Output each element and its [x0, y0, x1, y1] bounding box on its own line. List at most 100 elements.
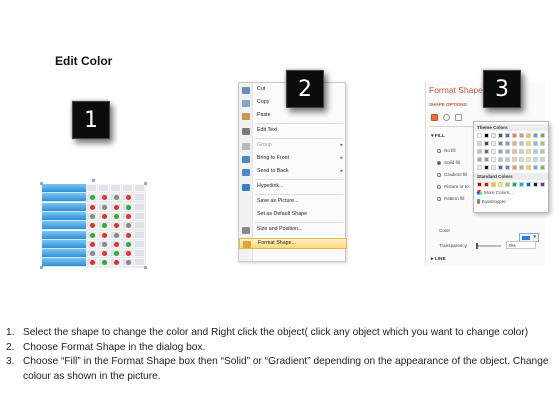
radio-button[interactable] [437, 149, 441, 153]
context-menu-item[interactable]: Edit Text [239, 126, 347, 137]
theme-color-swatch[interactable] [526, 141, 531, 146]
theme-color-swatch[interactable] [519, 157, 524, 162]
theme-color-swatch[interactable] [477, 141, 482, 146]
theme-color-swatch[interactable] [533, 157, 538, 162]
theme-color-swatch[interactable] [519, 133, 524, 138]
status-dot-icon [126, 213, 131, 219]
theme-color-swatch[interactable] [491, 141, 496, 146]
theme-color-swatch[interactable] [505, 133, 510, 138]
table-cell [110, 239, 121, 248]
theme-color-swatch[interactable] [512, 149, 517, 154]
theme-color-swatch[interactable] [491, 133, 496, 138]
context-menu-item[interactable]: Set as Default Shape [239, 210, 347, 221]
theme-color-swatch[interactable] [526, 157, 531, 162]
theme-color-swatch[interactable] [533, 149, 538, 154]
theme-color-swatch[interactable] [505, 157, 510, 162]
size-properties-icon[interactable] [455, 114, 462, 121]
transparency-input[interactable]: 0% [506, 241, 536, 249]
context-menu-item[interactable]: Format Shape... [239, 238, 347, 249]
theme-color-swatch[interactable] [512, 141, 517, 146]
theme-color-swatch[interactable] [498, 141, 503, 146]
theme-color-swatch[interactable] [477, 165, 482, 170]
selected-table-shape[interactable] [40, 179, 147, 269]
theme-color-swatch[interactable] [484, 165, 489, 170]
theme-color-swatch[interactable] [484, 141, 489, 146]
effects-icon[interactable] [443, 114, 450, 121]
theme-color-swatch[interactable] [540, 133, 545, 138]
standard-color-swatch[interactable] [491, 182, 496, 187]
theme-color-swatch[interactable] [484, 157, 489, 162]
theme-color-swatch[interactable] [498, 149, 503, 154]
standard-color-swatch[interactable] [526, 182, 531, 187]
selection-handle[interactable] [40, 266, 43, 269]
theme-color-swatch[interactable] [540, 141, 545, 146]
standard-color-swatch[interactable] [533, 182, 538, 187]
transparency-slider[interactable] [476, 243, 501, 249]
context-menu-item[interactable]: Group ▸ [239, 141, 347, 152]
theme-color-swatch[interactable] [498, 157, 503, 162]
theme-color-swatch[interactable] [477, 133, 482, 138]
shape-options-tab[interactable]: SHAPE OPTIONS [429, 102, 467, 107]
theme-color-swatch[interactable] [484, 149, 489, 154]
selection-handle[interactable] [144, 182, 147, 185]
theme-color-swatch[interactable] [512, 165, 517, 170]
standard-color-swatch[interactable] [498, 182, 503, 187]
selection-handle[interactable] [40, 182, 43, 185]
standard-color-swatch[interactable] [477, 182, 482, 187]
theme-color-swatch[interactable] [540, 165, 545, 170]
status-dot-icon [114, 213, 119, 219]
fill-section-header[interactable]: ▾ FILL [431, 134, 445, 139]
radio-button[interactable] [437, 185, 441, 189]
status-dot-icon [114, 223, 119, 229]
fill-line-icon[interactable] [431, 114, 438, 121]
theme-color-swatch[interactable] [533, 141, 538, 146]
selection-handle[interactable] [144, 266, 147, 269]
theme-color-swatch[interactable] [498, 165, 503, 170]
theme-color-swatch[interactable] [533, 165, 538, 170]
context-menu-item[interactable]: Size and Position... [239, 225, 347, 236]
standard-color-swatch[interactable] [540, 182, 545, 187]
context-menu-item[interactable]: Send to Back ▸ [239, 167, 347, 178]
theme-color-swatch[interactable] [505, 141, 510, 146]
radio-button[interactable] [437, 197, 441, 201]
table-cell [134, 239, 145, 248]
context-menu-item[interactable]: Paste [239, 111, 347, 122]
theme-color-swatch[interactable] [484, 133, 489, 138]
theme-color-swatch[interactable] [491, 157, 496, 162]
radio-button[interactable] [437, 161, 441, 165]
format-pane-title: Format Shape [429, 85, 483, 95]
context-menu-item[interactable]: Save as Picture... [239, 197, 347, 208]
standard-color-swatch[interactable] [519, 182, 524, 187]
theme-color-swatch[interactable] [526, 149, 531, 154]
eyedropper-item[interactable]: Eyedropper [477, 199, 506, 205]
status-dot-icon [114, 241, 119, 247]
theme-color-swatch[interactable] [540, 157, 545, 162]
theme-color-swatch[interactable] [512, 157, 517, 162]
more-colors-item[interactable]: More Colors... [477, 190, 513, 196]
radio-button[interactable] [437, 173, 441, 177]
context-menu-item[interactable]: Hyperlink... [239, 182, 347, 193]
theme-color-swatch[interactable] [526, 165, 531, 170]
theme-color-swatch[interactable] [505, 165, 510, 170]
theme-color-swatch[interactable] [519, 141, 524, 146]
theme-color-swatch[interactable] [533, 133, 538, 138]
theme-color-swatch[interactable] [491, 149, 496, 154]
theme-color-swatch[interactable] [477, 149, 482, 154]
theme-color-swatch[interactable] [512, 133, 517, 138]
slider-knob[interactable] [476, 243, 478, 249]
theme-color-swatch[interactable] [498, 133, 503, 138]
selection-handle[interactable] [92, 179, 95, 182]
line-section-header[interactable]: ▸ LINE [431, 257, 446, 262]
standard-color-swatch[interactable] [512, 182, 517, 187]
theme-color-swatch[interactable] [505, 149, 510, 154]
theme-color-swatch[interactable] [526, 133, 531, 138]
theme-color-swatch[interactable] [477, 157, 482, 162]
context-menu-item[interactable]: Bring to Front ▸ [239, 154, 347, 165]
standard-color-swatch[interactable] [505, 182, 510, 187]
standard-color-swatch[interactable] [484, 182, 489, 187]
theme-color-swatch[interactable] [519, 165, 524, 170]
table-cell [134, 230, 145, 239]
theme-color-swatch[interactable] [540, 149, 545, 154]
theme-color-swatch[interactable] [491, 165, 496, 170]
theme-color-swatch[interactable] [519, 149, 524, 154]
